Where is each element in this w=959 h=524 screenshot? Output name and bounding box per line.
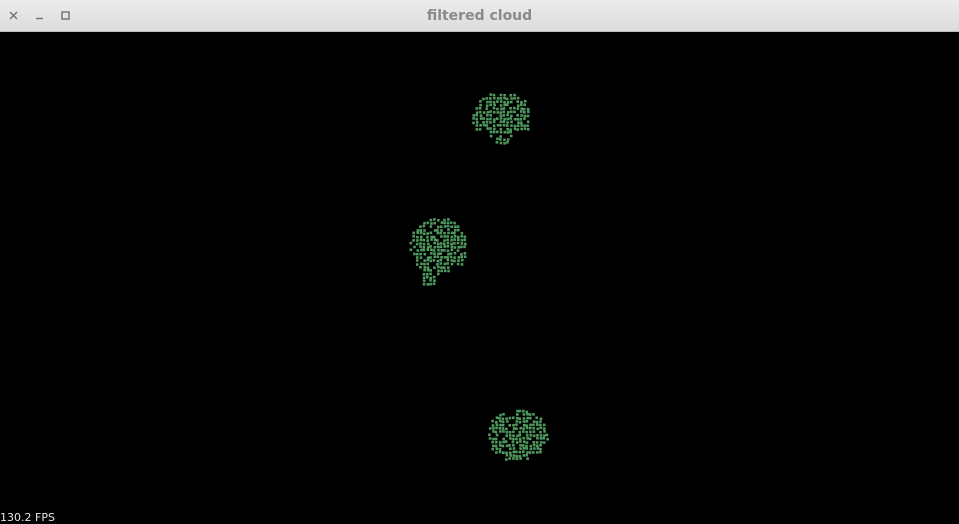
fps-counter: 130.2 FPS (0, 511, 55, 524)
point-cluster-top (472, 93, 530, 145)
window-title: filtered cloud (426, 8, 533, 24)
point-cluster-bottom (488, 409, 549, 461)
viewer-window: filtered cloud 130.2 FPS (0, 0, 959, 524)
point-cluster-middle (409, 218, 467, 286)
title-bar[interactable]: filtered cloud (0, 0, 959, 32)
point-cloud-viewport[interactable] (0, 32, 959, 524)
